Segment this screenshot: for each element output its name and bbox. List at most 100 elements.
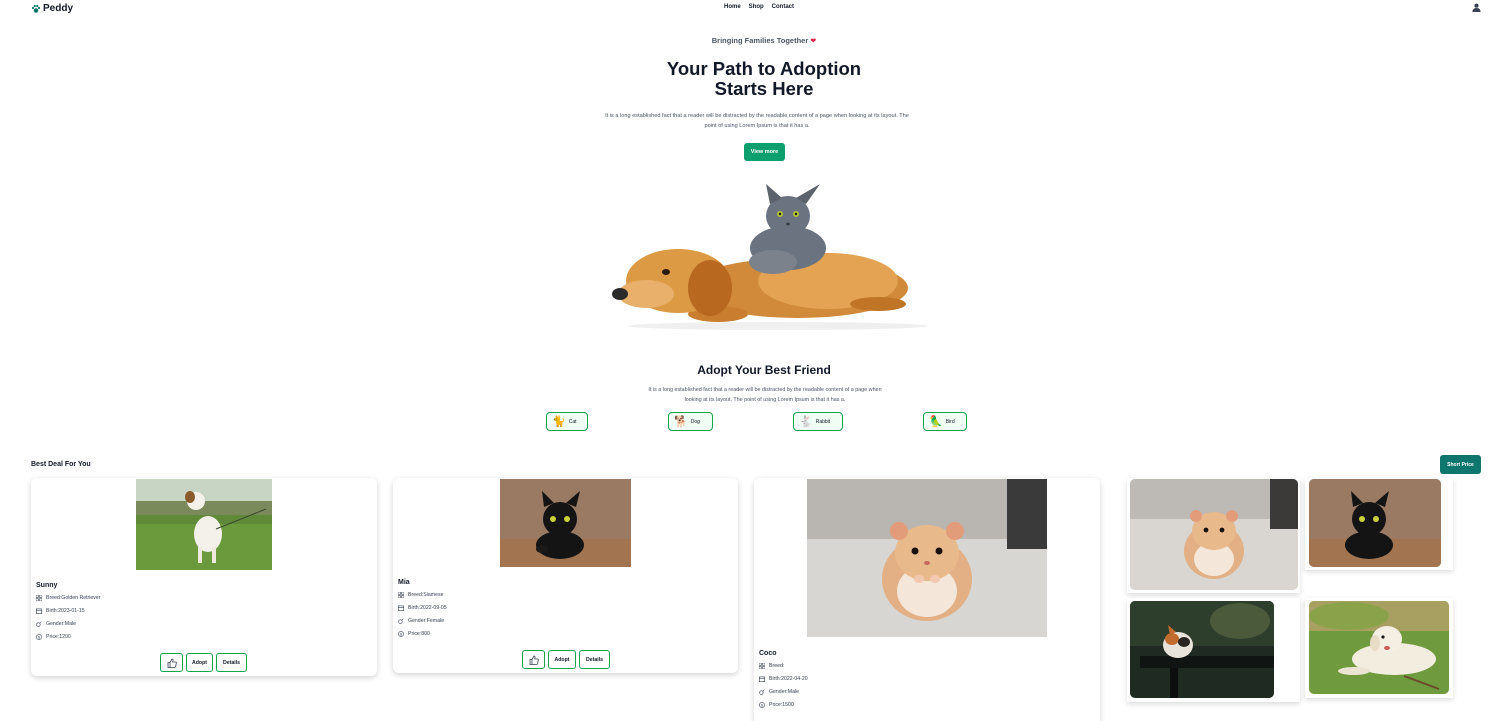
cat-icon: 🐈: [552, 415, 566, 428]
gallery-image-hamster: [1130, 479, 1298, 590]
pet-name: Coco: [759, 650, 777, 657]
bird-icon: 🦜: [929, 415, 943, 428]
dollar-icon: $: [398, 631, 404, 637]
pet-price: $ Price:1200: [36, 634, 71, 640]
gallery-thumb-labrador[interactable]: [1305, 598, 1453, 698]
nav-link-home[interactable]: Home: [724, 4, 741, 10]
pet-breed-text: Breed:: [769, 663, 785, 669]
top-nav: Peddy Home Shop Contact: [0, 0, 1510, 17]
pet-gender-text: Gender:Female: [408, 618, 445, 624]
gallery-thumb-calico-cat[interactable]: [1127, 598, 1300, 702]
pet-gender-text: Gender:Male: [769, 689, 799, 695]
thumbs-up-icon: [529, 655, 539, 665]
grid-icon: [398, 592, 404, 598]
pet-price-text: Price:1500: [769, 702, 794, 708]
adopt-button[interactable]: Adopt: [548, 650, 576, 669]
dog-icon: 🐕: [674, 415, 688, 428]
pet-birth-text: Birth:2023-01-15: [46, 608, 85, 614]
hero-title-line-2: Starts Here: [714, 78, 814, 99]
nav-links: Home Shop Contact: [724, 4, 794, 10]
dollar-icon: $: [36, 634, 42, 640]
like-button[interactable]: [522, 650, 545, 669]
pet-actions: Adopt Details: [522, 650, 610, 669]
calendar-icon: [759, 676, 765, 682]
calendar-icon: [398, 605, 404, 611]
svg-text:$: $: [400, 632, 402, 636]
pet-breed: Breed:Siamese: [398, 592, 443, 598]
sort-price-button[interactable]: Short Price: [1440, 455, 1481, 474]
category-label: Rabbit: [815, 418, 831, 425]
pet-gender: Gender:Male: [759, 689, 799, 695]
hero-title: Your Path to Adoption Starts Here: [0, 59, 1510, 99]
pet-birth: Birth:2022-09-05: [398, 605, 447, 611]
nav-link-contact[interactable]: Contact: [772, 4, 794, 10]
pet-price-text: Price:1200: [46, 634, 71, 640]
pet-breed: Breed:: [759, 663, 784, 669]
pet-image-coco: [807, 479, 1047, 637]
grid-icon: [759, 663, 765, 669]
gender-icon: [759, 689, 765, 695]
brand-name: Peddy: [43, 3, 74, 14]
pet-price-text: Price:800: [408, 631, 430, 637]
pet-gender: Gender:Female: [398, 618, 444, 624]
gallery-image-black-cat: [1309, 479, 1441, 567]
category-label: Dog: [690, 418, 700, 425]
dollar-icon: $: [759, 702, 765, 708]
pet-actions: Adopt Details: [160, 653, 247, 672]
pet-birth: Birth:2022-04-20: [759, 676, 808, 682]
gender-icon: [398, 618, 404, 624]
best-deal-title: Best Deal For You: [31, 461, 91, 468]
rabbit-icon: 🐇: [799, 415, 813, 428]
pet-breed-text: Breed:Golden Retriever: [46, 595, 101, 601]
tagline-text: Bringing Families Together: [711, 36, 809, 45]
pet-gender: Gender:Male: [36, 621, 76, 627]
pet-card-sunny: Sunny Breed:Golden Retriever Birth:2023-…: [31, 478, 377, 676]
category-bird-button[interactable]: 🦜 Bird: [923, 412, 967, 431]
hero-tagline: Bringing Families Together ❤: [0, 36, 1510, 45]
pet-price: $ Price:1500: [759, 702, 794, 708]
pet-card-mia: Mia Breed:Siamese Birth:2022-09-05 Gende…: [393, 478, 738, 673]
thumbs-up-icon: [167, 658, 177, 668]
user-icon[interactable]: [1472, 3, 1481, 12]
pet-name: Sunny: [36, 582, 58, 589]
hero-title-line-1: Your Path to Adoption: [666, 58, 862, 79]
details-button[interactable]: Details: [216, 653, 247, 672]
adopt-section-description: It is a long established fact that a rea…: [648, 387, 882, 403]
hero-dog-cat-image: [598, 176, 928, 351]
pet-name: Mia: [398, 579, 410, 586]
heart-icon: ❤: [810, 38, 817, 45]
pet-birth-text: Birth:2022-04-20: [769, 676, 808, 682]
category-label: Bird: [945, 418, 955, 425]
gallery-image-calico-cat: [1130, 601, 1274, 698]
pet-birth: Birth:2023-01-15: [36, 608, 85, 614]
pet-image-mia: [500, 479, 631, 567]
like-button[interactable]: [160, 653, 183, 672]
grid-icon: [36, 595, 42, 601]
category-dog-button[interactable]: 🐕 Dog: [668, 412, 713, 431]
gender-icon: [36, 621, 42, 627]
gallery-thumb-hamster[interactable]: [1127, 478, 1300, 593]
category-cat-button[interactable]: 🐈 Cat: [546, 412, 588, 431]
pet-price: $ Price:800: [398, 631, 430, 637]
pet-gender-text: Gender:Male: [46, 621, 76, 627]
hero-description: It is a long established fact that a rea…: [605, 113, 909, 129]
pet-image-sunny: [136, 479, 272, 570]
adopt-section-title: Adopt Your Best Friend: [697, 363, 831, 377]
category-rabbit-button[interactable]: 🐇 Rabbit: [793, 412, 843, 431]
gallery-thumb-black-cat[interactable]: [1305, 478, 1453, 570]
category-label: Cat: [568, 418, 577, 425]
pet-birth-text: Birth:2022-09-05: [408, 605, 447, 611]
paw-icon: [31, 4, 41, 13]
gallery-image-labrador: [1309, 601, 1449, 694]
brand-logo[interactable]: Peddy: [31, 3, 73, 14]
pet-card-coco: Coco Breed: Birth:2022-04-20 Gender:Male…: [754, 478, 1100, 721]
svg-text:$: $: [761, 703, 763, 707]
pet-breed: Breed:Golden Retriever: [36, 595, 101, 601]
nav-link-shop[interactable]: Shop: [749, 4, 764, 10]
calendar-icon: [36, 608, 42, 614]
pet-breed-text: Breed:Siamese: [408, 592, 444, 598]
view-more-button[interactable]: View more: [744, 143, 785, 161]
details-button[interactable]: Details: [579, 650, 610, 669]
adopt-button[interactable]: Adopt: [186, 653, 213, 672]
svg-text:$: $: [38, 635, 40, 639]
